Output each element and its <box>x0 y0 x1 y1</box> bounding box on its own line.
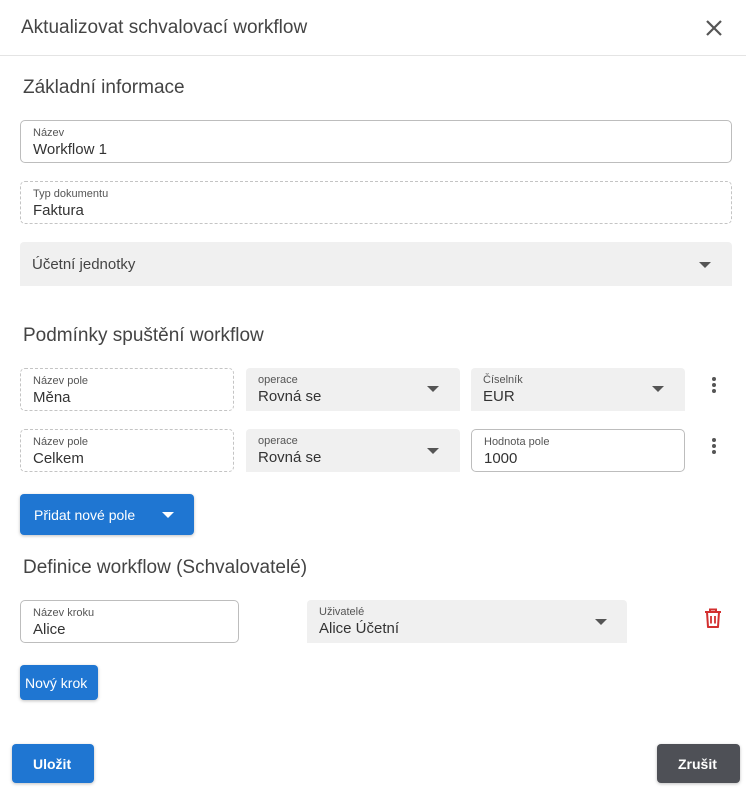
condition-field-name: Název pole Celkem <box>20 429 234 472</box>
accounting-units-placeholder: Účetní jednotky <box>32 256 136 273</box>
condition-operation-select[interactable]: operace Rovná se <box>246 368 460 411</box>
document-type-field: Typ dokumentu Faktura <box>20 181 732 224</box>
save-label: Uložit <box>33 756 72 772</box>
definition-heading: Definice workflow (Schvalovatelé) <box>23 557 308 578</box>
caret-down-icon <box>652 386 664 392</box>
condition-value-label: Hodnota pole <box>484 436 550 448</box>
document-type-label: Typ dokumentu <box>33 188 109 200</box>
dialog-header: Aktualizovat schvalovací workflow <box>0 0 746 56</box>
condition-operation-label: operace <box>258 435 298 447</box>
users-label: Uživatelé <box>319 606 365 618</box>
step-name-label: Název kroku <box>33 607 95 619</box>
document-type-value: Faktura <box>33 202 84 219</box>
condition-codelist-label: Číselník <box>483 374 523 386</box>
condition-operation-select[interactable]: operace Rovná se <box>246 429 460 472</box>
caret-down-icon <box>427 448 439 454</box>
basic-info-heading: Základní informace <box>23 77 185 98</box>
condition-field-name-value: Celkem <box>33 450 84 467</box>
condition-value-value: 1000 <box>484 450 518 467</box>
more-vertical-icon[interactable] <box>704 373 724 397</box>
condition-field-name-label: Název pole <box>33 375 89 387</box>
condition-field-name: Název pole Měna <box>20 368 234 411</box>
users-value: Alice Účetní <box>319 620 400 637</box>
close-icon[interactable] <box>700 14 728 42</box>
workflow-name-value: Workflow 1 <box>33 141 107 158</box>
step-name-value: Alice <box>33 621 66 638</box>
workflow-name-label: Název <box>33 127 65 139</box>
cancel-button[interactable]: Zrušit <box>657 744 740 783</box>
trash-icon[interactable] <box>701 606 725 630</box>
save-button[interactable]: Uložit <box>12 744 94 783</box>
condition-value-input[interactable]: Hodnota pole 1000 <box>471 429 685 472</box>
users-select[interactable]: Uživatelé Alice Účetní <box>307 600 627 643</box>
caret-down-icon <box>699 262 711 268</box>
more-vertical-icon[interactable] <box>704 434 724 458</box>
step-name-input[interactable]: Název kroku Alice <box>20 600 239 643</box>
condition-field-name-label: Název pole <box>33 436 89 448</box>
condition-field-name-value: Měna <box>33 389 71 406</box>
caret-down-icon <box>162 512 174 518</box>
caret-down-icon <box>595 619 607 625</box>
caret-down-icon <box>427 386 439 392</box>
condition-operation-label: operace <box>258 374 298 386</box>
cancel-label: Zrušit <box>678 756 717 772</box>
workflow-name-field[interactable]: Název Workflow 1 <box>20 120 732 163</box>
conditions-heading: Podmínky spuštění workflow <box>23 325 264 346</box>
add-field-label: Přidat nové pole <box>34 507 136 523</box>
new-step-label: Nový krok <box>25 675 88 691</box>
new-step-button[interactable]: Nový krok <box>20 665 98 700</box>
dialog-title: Aktualizovat schvalovací workflow <box>21 17 308 38</box>
condition-codelist-select[interactable]: Číselník EUR <box>471 368 685 411</box>
accounting-units-select[interactable]: Účetní jednotky <box>20 242 732 286</box>
condition-operation-value: Rovná se <box>258 449 322 466</box>
condition-operation-value: Rovná se <box>258 388 322 405</box>
add-field-button[interactable]: Přidat nové pole <box>20 494 194 535</box>
condition-codelist-value: EUR <box>483 388 515 405</box>
